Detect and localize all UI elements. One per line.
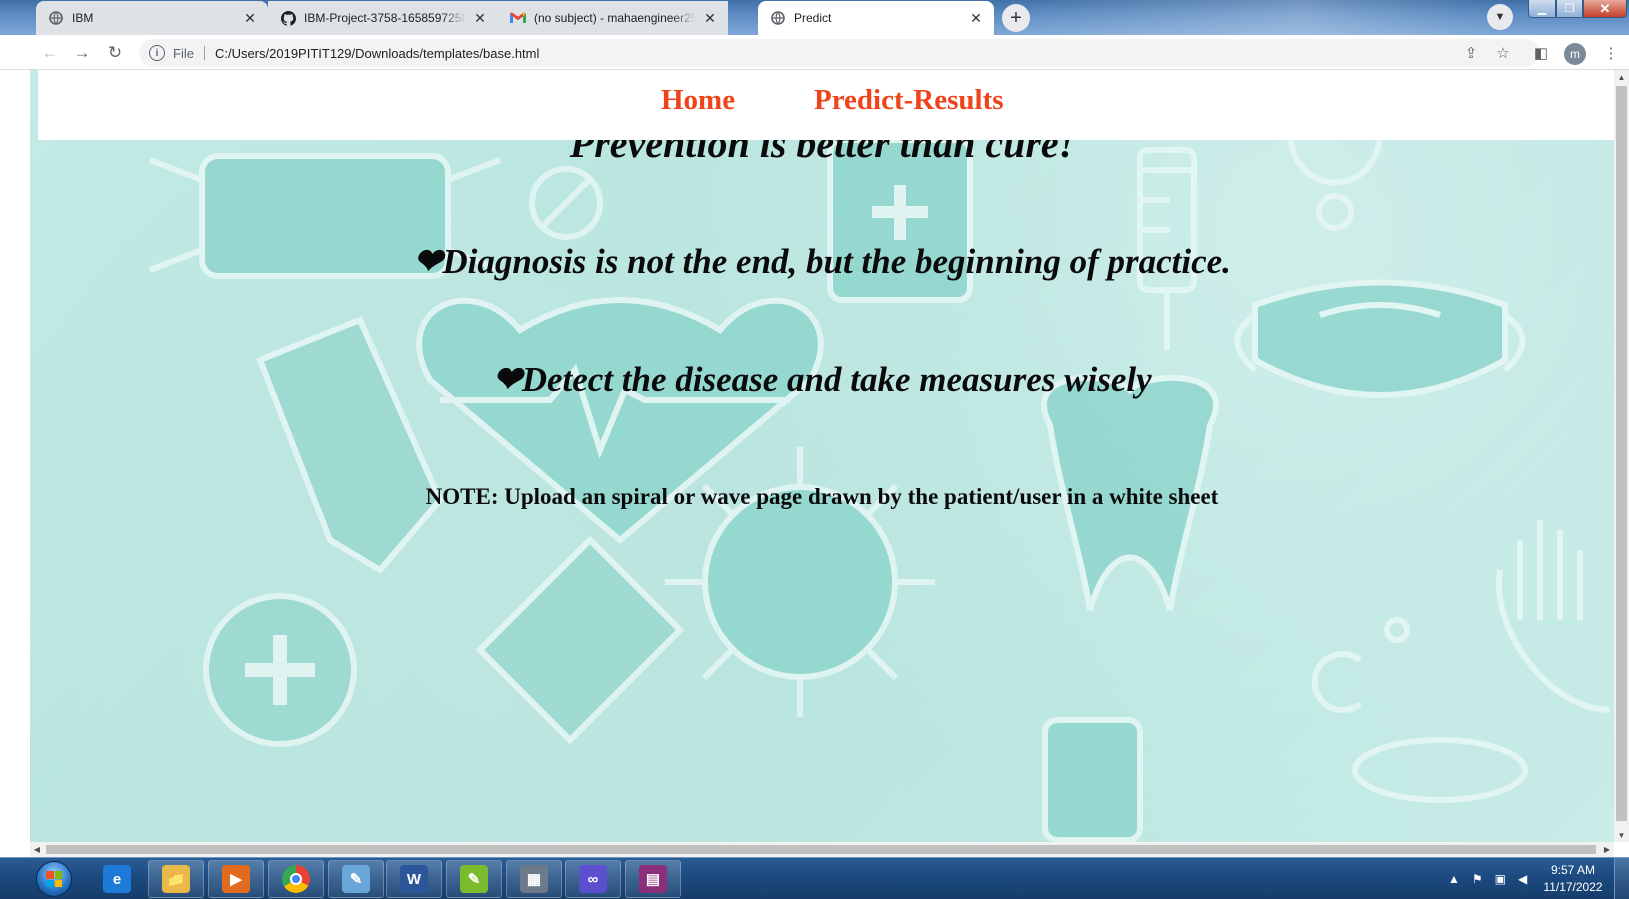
close-icon: ✕ <box>1599 0 1611 16</box>
notepad-icon: ✎ <box>342 865 370 893</box>
vertical-scroll-thumb[interactable] <box>1616 86 1627 821</box>
info-icon[interactable]: i <box>149 45 165 61</box>
share-button[interactable]: ⇪ <box>1457 39 1485 67</box>
new-tab-button[interactable]: + <box>1002 4 1030 32</box>
top-navbar: Home Predict-Results <box>38 70 1614 140</box>
nav-predict-results-link[interactable]: Predict-Results <box>814 84 1004 117</box>
desktop-screen: IBM ✕ IBM-Project-3758-1658597258/P ✕ (n… <box>0 0 1629 899</box>
chrome-icon <box>282 865 310 893</box>
volume-icon[interactable]: ◀ <box>1518 872 1527 886</box>
browser-tab-strip: IBM ✕ IBM-Project-3758-1658597258/P ✕ (n… <box>0 0 1629 35</box>
quote-detect: ❤Detect the disease and take measures wi… <box>492 360 1152 399</box>
taskbar-app-button[interactable]: ∞ <box>565 860 621 898</box>
taskbar-app-button[interactable]: ▤ <box>625 860 681 898</box>
internet-explorer-icon: e <box>103 865 131 893</box>
kebab-menu-icon: ⋮ <box>1603 45 1619 62</box>
url-text[interactable]: C:/Users/2019PITIT129/Downloads/template… <box>215 46 539 61</box>
word-icon: W <box>400 865 428 893</box>
taskbar-app-button[interactable]: e <box>89 860 145 898</box>
tab-title: IBM <box>72 11 94 25</box>
url-scheme-label: File <box>173 45 194 61</box>
share-icon: ⇪ <box>1464 45 1478 62</box>
window-close-button[interactable]: ✕ <box>1583 0 1627 18</box>
tab-search-button[interactable]: ▼ <box>1487 4 1513 30</box>
tab-title: IBM-Project-3758-1658597258/P <box>304 11 466 25</box>
winrar-icon: ▤ <box>639 865 667 893</box>
tab-ibm[interactable]: IBM ✕ <box>36 1 268 35</box>
chrome-center-dot <box>290 873 302 885</box>
bookmark-button[interactable]: ☆ <box>1489 39 1517 67</box>
arrow-right-icon: → <box>73 43 91 62</box>
scroll-left-arrow-icon[interactable]: ◀ <box>30 842 44 857</box>
side-panel-button[interactable]: ◧ <box>1527 39 1555 67</box>
menu-button[interactable]: ⋮ <box>1597 39 1625 67</box>
gmail-icon <box>510 10 526 26</box>
reload-button[interactable]: ↻ <box>101 39 129 67</box>
taskbar-app-button[interactable]: W <box>386 860 442 898</box>
scroll-down-arrow-icon[interactable]: ▼ <box>1614 828 1629 842</box>
side-panel-icon: ◧ <box>1533 45 1549 62</box>
show-hidden-icons-icon[interactable]: ▲ <box>1448 872 1460 886</box>
close-tab-icon[interactable]: ✕ <box>472 10 488 26</box>
close-tab-icon[interactable]: ✕ <box>702 10 718 26</box>
system-tray: ▲ ⚑ ▣ ◀ <box>1448 858 1527 899</box>
tab-predict-active[interactable]: Predict ✕ <box>758 1 994 35</box>
minimize-icon: ▁ <box>1537 3 1547 15</box>
taskbar-app-button[interactable]: ▦ <box>506 860 562 898</box>
tab-title: (no subject) - mahaengineer251 <box>534 11 696 25</box>
window-maximize-button[interactable]: ❐ <box>1556 0 1583 18</box>
taskbar-app-button[interactable]: ✎ <box>446 860 502 898</box>
tab-title: Predict <box>794 11 832 25</box>
browser-toolbar: ← → ↻ i File C:/Users/2019PITIT129/Downl… <box>0 35 1629 70</box>
back-button[interactable]: ← <box>36 39 64 67</box>
clock-time: 9:57 AM <box>1550 863 1596 877</box>
taskbar-app-button[interactable]: ✎ <box>328 860 384 898</box>
nav-home-link[interactable]: Home <box>661 84 735 117</box>
reload-icon: ↻ <box>107 43 123 62</box>
github-icon <box>280 10 296 26</box>
globe-icon <box>48 10 64 26</box>
arrow-left-icon: ← <box>41 43 59 62</box>
quote-diagnosis: ❤Diagnosis is not the end, but the begin… <box>413 242 1231 281</box>
chevron-down-icon: ▼ <box>1494 11 1506 23</box>
left-gutter <box>0 70 30 857</box>
horizontal-scroll-thumb[interactable] <box>46 845 1596 854</box>
upload-note: NOTE: Upload an spiral or wave page draw… <box>425 484 1219 509</box>
close-tab-icon[interactable]: ✕ <box>968 10 984 26</box>
infinity-app-icon: ∞ <box>579 865 607 893</box>
taskbar-clock[interactable]: 9:57 AM 11/17/2022 <box>1538 862 1608 896</box>
action-center-flag-icon[interactable]: ⚑ <box>1472 872 1483 886</box>
medical-background-image <box>148 129 1611 842</box>
tab-github[interactable]: IBM-Project-3758-1658597258/P ✕ <box>268 1 498 35</box>
media-player-icon: ▶ <box>222 865 250 893</box>
windows-logo-icon <box>46 871 62 887</box>
forward-button[interactable]: → <box>68 39 96 67</box>
scroll-right-arrow-icon[interactable]: ▶ <box>1600 842 1614 857</box>
tab-gmail[interactable]: (no subject) - mahaengineer251 ✕ <box>498 1 728 35</box>
taskbar-app-button[interactable] <box>268 860 324 898</box>
scroll-up-arrow-icon[interactable]: ▲ <box>1614 70 1629 84</box>
file-explorer-icon: 📁 <box>162 865 190 893</box>
window-minimize-button[interactable]: ▁ <box>1528 0 1556 18</box>
calculator-app-icon: ▦ <box>520 865 548 893</box>
taskbar-app-button[interactable]: 📁 <box>148 860 204 898</box>
windows-taskbar: e 📁 ▶ ✎ W ✎ ▦ ∞ ▤ ▲ ⚑ ▣ ◀ 9:57 AM 11/17/2022 <box>0 857 1629 899</box>
network-icon[interactable]: ▣ <box>1495 872 1506 886</box>
clock-date: 11/17/2022 <box>1543 880 1603 894</box>
notepad-plus-plus-icon: ✎ <box>460 865 488 893</box>
vertical-scrollbar[interactable]: ▲ ▼ <box>1614 70 1629 842</box>
close-tab-icon[interactable]: ✕ <box>242 10 258 26</box>
globe-icon <box>770 10 786 26</box>
horizontal-scrollbar[interactable]: ◀ ▶ <box>30 842 1614 857</box>
restore-icon: ❐ <box>1564 3 1575 15</box>
show-desktop-button[interactable] <box>1614 858 1629 899</box>
profile-avatar[interactable]: m <box>1564 43 1586 65</box>
start-button[interactable] <box>36 861 72 897</box>
taskbar-app-button[interactable]: ▶ <box>208 860 264 898</box>
page-viewport: Home Predict-Results Prevention is bette… <box>30 70 1614 842</box>
star-icon: ☆ <box>1496 45 1510 62</box>
address-divider <box>203 46 205 60</box>
titlebar-glow <box>989 0 1509 35</box>
address-bar[interactable]: i File C:/Users/2019PITIT129/Downloads/t… <box>139 39 1539 67</box>
